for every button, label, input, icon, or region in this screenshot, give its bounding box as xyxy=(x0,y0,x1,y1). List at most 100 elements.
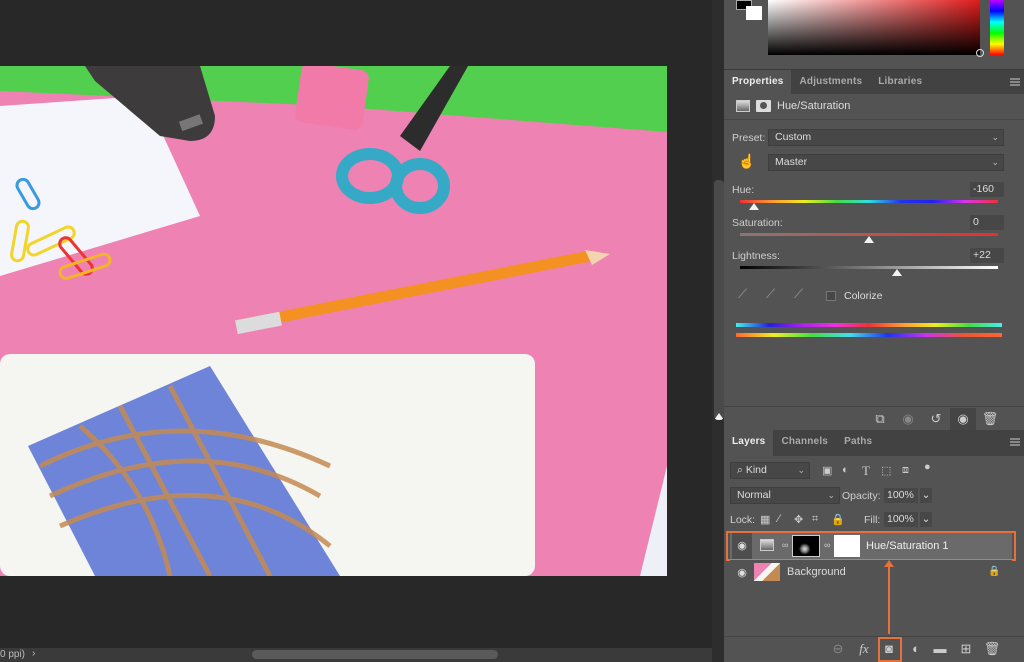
adjustment-layer-icon[interactable]: ◐ xyxy=(906,641,926,657)
eyedropper-plus-icon[interactable]: ⟋ xyxy=(766,286,780,301)
hue-slider-track[interactable] xyxy=(740,200,998,203)
status-menu-arrow[interactable]: › xyxy=(32,648,35,659)
photo-desk-scene xyxy=(0,66,667,576)
layers-tab-bar: Layers Channels Paths xyxy=(724,430,1024,456)
chevron-down-icon: ⌄ xyxy=(991,132,999,142)
background-color-swatch[interactable] xyxy=(746,6,762,20)
annotation-arrow-line xyxy=(888,566,890,634)
filter-adjustment-icon[interactable]: ◐ xyxy=(842,464,849,476)
lock-label: Lock: xyxy=(730,514,756,526)
lightness-slider-thumb[interactable] xyxy=(892,269,903,276)
opacity-field[interactable]: 100% xyxy=(884,488,918,503)
preset-label: Preset: xyxy=(732,132,766,144)
hue-value-field[interactable]: -160 xyxy=(970,182,1004,197)
filter-smart-object-icon[interactable]: ⧈ xyxy=(902,464,909,477)
filter-type-icon[interactable]: T xyxy=(862,463,870,479)
delete-icon[interactable]: 🗑 xyxy=(980,411,1000,427)
channel-dropdown[interactable]: Master ⌄ xyxy=(768,154,1004,171)
adjustment-title: Hue/Saturation xyxy=(777,100,851,112)
link-layers-icon[interactable]: ⊖ xyxy=(828,641,848,657)
lightness-slider-track[interactable] xyxy=(740,266,998,269)
lock-all-icon[interactable]: 🔒 xyxy=(831,513,845,526)
opacity-label: Opacity: xyxy=(842,490,881,502)
horizontal-scroll-thumb[interactable] xyxy=(252,650,498,659)
eyedropper-icon[interactable]: ⟋ xyxy=(738,286,752,301)
new-layer-icon[interactable]: ⊞ xyxy=(956,641,976,657)
tab-layers[interactable]: Layers xyxy=(724,430,774,456)
properties-header: Hue/Saturation xyxy=(724,94,1024,120)
right-panel-dock: Properties Adjustments Libraries Hue/Sat… xyxy=(724,0,1024,662)
properties-panel: Properties Adjustments Libraries Hue/Sat… xyxy=(724,70,1024,430)
filter-pixel-icon[interactable]: ▣ xyxy=(822,464,832,477)
layer-filter-dropdown[interactable]: ⌕ Kind ⌄ xyxy=(730,462,810,479)
document-image[interactable] xyxy=(0,66,667,576)
layers-footer: ⊖ fx ◙ ◐ ▬ ⊞ 🗑 xyxy=(724,636,1024,662)
hue-label: Hue: xyxy=(732,184,755,196)
doc-info-text: 0 ppi) xyxy=(0,649,26,660)
visibility-eye-icon[interactable]: ◉ xyxy=(732,560,752,586)
lock-image-icon[interactable]: ∕ xyxy=(778,513,780,525)
eyedropper-minus-icon[interactable]: ⟋ xyxy=(794,286,808,301)
filter-shape-icon[interactable]: ⬚ xyxy=(881,464,891,477)
targeted-adjustment-hand-icon[interactable]: ☝ xyxy=(738,153,755,170)
blend-mode-dropdown[interactable]: Normal ⌄ xyxy=(730,487,840,504)
mask-icon[interactable] xyxy=(756,100,771,112)
chevron-down-icon: ⌄ xyxy=(797,465,805,475)
preset-dropdown[interactable]: Custom ⌄ xyxy=(768,129,1004,146)
panel-menu-icon[interactable] xyxy=(1010,78,1020,86)
layer-row-background[interactable]: ◉ Background 🔒 xyxy=(730,560,1012,586)
channel-value: Master xyxy=(775,156,808,168)
opacity-dropdown-chevron[interactable]: ⌄ xyxy=(920,488,932,503)
vertical-scrollbar[interactable] xyxy=(712,0,724,662)
color-picker-field[interactable] xyxy=(768,0,980,55)
fill-label: Fill: xyxy=(864,514,881,526)
saturation-value-field[interactable]: 0 xyxy=(970,215,1004,230)
color-panel xyxy=(724,0,1024,70)
tab-properties[interactable]: Properties xyxy=(724,70,792,94)
saturation-label: Saturation: xyxy=(732,217,783,229)
clip-to-layer-icon[interactable]: ⧉ xyxy=(870,411,890,427)
properties-footer: ⧉ ◉ ↺ ◉ 🗑 xyxy=(724,406,1024,430)
lightness-label: Lightness: xyxy=(732,250,780,262)
fx-icon[interactable]: fx xyxy=(854,641,874,657)
fill-dropdown-chevron[interactable]: ⌄ xyxy=(920,512,932,527)
view-previous-icon[interactable]: ◉ xyxy=(898,411,918,427)
lightness-value-field[interactable]: +22 xyxy=(970,248,1004,263)
layer-thumbnail xyxy=(754,563,780,581)
colorize-label: Colorize xyxy=(844,290,883,302)
lock-artboard-icon[interactable]: ⌗ xyxy=(812,513,818,526)
adjustment-icon[interactable] xyxy=(736,100,750,112)
highlight-add-mask-button xyxy=(878,637,902,662)
hue-strip[interactable] xyxy=(990,0,1004,55)
group-icon[interactable]: ▬ xyxy=(930,641,950,657)
colorize-checkbox[interactable] xyxy=(826,291,836,301)
vertical-scroll-thumb[interactable] xyxy=(714,180,724,420)
tab-adjustments[interactable]: Adjustments xyxy=(791,70,870,94)
output-color-bar xyxy=(736,323,1002,327)
filter-toggle-icon[interactable]: ● xyxy=(924,461,931,473)
panel-menu-icon[interactable] xyxy=(1010,438,1020,446)
hue-slider-thumb[interactable] xyxy=(749,203,760,210)
color-picker-cursor[interactable] xyxy=(976,49,984,57)
canvas-area[interactable] xyxy=(0,0,712,648)
fill-field[interactable]: 100% xyxy=(884,512,918,527)
lock-icon: 🔒 xyxy=(988,566,1001,577)
search-icon: ⌕ xyxy=(737,464,746,476)
reset-icon[interactable]: ↺ xyxy=(926,411,946,427)
delete-layer-icon[interactable]: 🗑 xyxy=(982,641,1002,657)
tab-channels[interactable]: Channels xyxy=(773,430,836,456)
filter-kind-value: Kind xyxy=(745,464,767,476)
tab-libraries[interactable]: Libraries xyxy=(870,70,930,94)
preset-value: Custom xyxy=(775,131,812,143)
lock-transparent-icon[interactable]: ▦ xyxy=(760,513,770,526)
properties-tab-bar: Properties Adjustments Libraries xyxy=(724,70,1024,94)
chevron-down-icon: ⌄ xyxy=(827,490,835,500)
saturation-slider-thumb[interactable] xyxy=(864,236,874,243)
input-color-bar xyxy=(736,333,1002,337)
layer-name[interactable]: Background xyxy=(787,566,846,578)
layers-panel: Layers Channels Paths ⌕ Kind ⌄ ▣ ◐ T ⬚ ⧈ … xyxy=(724,430,1024,662)
visibility-icon[interactable]: ◉ xyxy=(950,408,976,430)
tab-paths[interactable]: Paths xyxy=(836,430,880,456)
lock-position-icon[interactable]: ✥ xyxy=(794,513,803,526)
chevron-down-icon: ⌄ xyxy=(991,157,999,167)
